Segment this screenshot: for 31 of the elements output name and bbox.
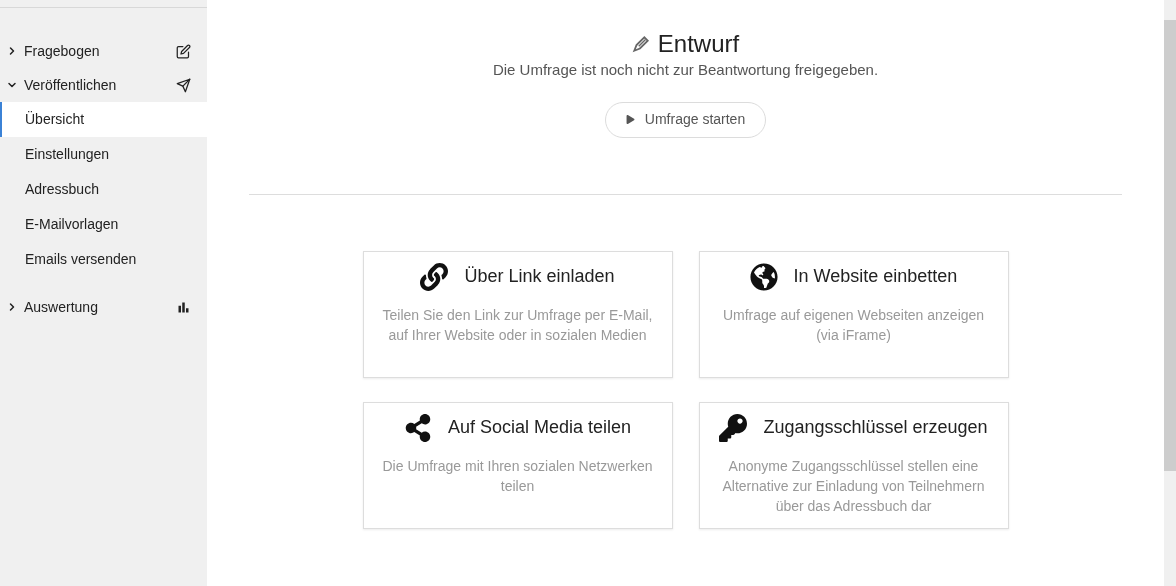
- option-card[interactable]: Zugangsschlüssel erzeugen Anonyme Zugangsschlüssel stellen eine Alternative zur Einladung von Teilnehmern über das Adressbuch dar: [698, 401, 1009, 529]
- option-card[interactable]: In Website einbetten Umfrage auf eigenen Webseiten anzeigen (via iFrame): [698, 250, 1009, 378]
- scrollbar[interactable]: [1164, 0, 1176, 586]
- card-title: Zugangsschlüssel erzeugen: [763, 416, 988, 439]
- sidebar-section[interactable]: Veröffentlichen: [0, 68, 207, 102]
- card-description: Anonyme Zugangsschlüssel stellen eine Alternative zur Einladung von Teilnehmern über das Adressbuch dar: [721, 456, 986, 516]
- status-title: Entwurf: [657, 30, 740, 58]
- card-description: Umfrage auf eigenen Webseiten anzeigen (via iFrame): [721, 305, 986, 345]
- pen-icon: [631, 35, 650, 53]
- card-title: Über Link einladen: [464, 265, 615, 288]
- key-icon: [719, 413, 748, 442]
- sidebar-item[interactable]: Adressbuch: [0, 172, 207, 207]
- edit-icon: [176, 43, 191, 59]
- card-description: Teilen Sie den Link zur Umfrage per E-Mail, auf Ihrer Website oder in sozialen Medien: [381, 305, 654, 345]
- sidebar-item[interactable]: Übersicht: [0, 102, 207, 137]
- sidebar-item[interactable]: Einstellungen: [0, 137, 207, 172]
- sidebar-section[interactable]: Fragebogen: [0, 34, 207, 68]
- globe-icon: [749, 262, 778, 291]
- sidebar-section[interactable]: Auswertung: [0, 290, 207, 324]
- play-icon: [625, 115, 635, 124]
- option-card[interactable]: Über Link einladen Teilen Sie den Link zur Umfrage per E-Mail, auf Ihrer Website oder in sozialen Medien: [362, 250, 673, 378]
- paper-plane-icon: [176, 77, 191, 93]
- sidebar-item[interactable]: E-Mailvorlagen: [0, 207, 207, 242]
- option-card[interactable]: Auf Social Media teilen Die Umfrage mit Ihren sozialen Netzwerken teilen: [362, 401, 673, 529]
- card-title: In Website einbetten: [793, 265, 958, 288]
- share-icon: [403, 413, 432, 442]
- card-title: Auf Social Media teilen: [447, 416, 632, 439]
- sidebar-item[interactable]: Emails versenden: [0, 242, 207, 277]
- status-description: Die Umfrage ist noch nicht zur Beantwortung freigegeben.: [492, 60, 879, 80]
- card-description: Die Umfrage mit Ihren sozialen Netzwerken teilen: [381, 456, 654, 496]
- link-icon: [420, 262, 449, 291]
